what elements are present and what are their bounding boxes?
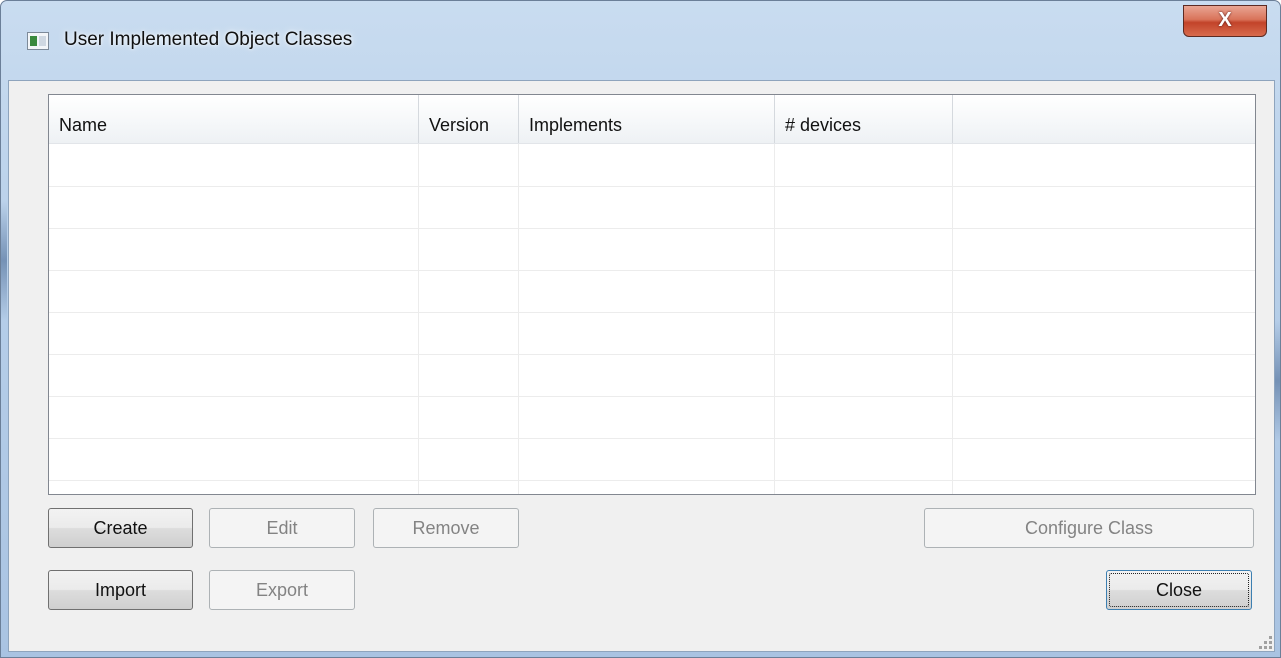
grid-column-line — [518, 144, 519, 494]
edit-button[interactable]: Edit — [209, 508, 355, 548]
grid-row-line — [49, 396, 1255, 397]
frame-accent-left — [1, 201, 7, 321]
column-header-version[interactable]: Version — [419, 95, 519, 143]
close-window-icon[interactable]: X — [1183, 5, 1267, 37]
table-body[interactable] — [49, 144, 1255, 494]
grid-row-line — [49, 480, 1255, 481]
grid-row-line — [49, 312, 1255, 313]
object-classes-table[interactable]: Name Version Implements # devices — [48, 94, 1256, 495]
column-header-empty[interactable] — [953, 95, 1255, 143]
grid-row-line — [49, 270, 1255, 271]
dialog-client-area: Name Version Implements # devices Create… — [8, 80, 1275, 652]
focus-rectangle — [1109, 573, 1249, 607]
grid-column-line — [418, 144, 419, 494]
application-window-icon[interactable] — [27, 32, 49, 50]
grid-row-line — [49, 228, 1255, 229]
column-header-name[interactable]: Name — [49, 95, 419, 143]
configure-class-button[interactable]: Configure Class — [924, 508, 1254, 548]
close-button[interactable]: Close — [1106, 570, 1252, 610]
column-header-devices[interactable]: # devices — [775, 95, 953, 143]
resize-grip-icon[interactable] — [1254, 631, 1272, 649]
grid-row-line — [49, 438, 1255, 439]
create-button[interactable]: Create — [48, 508, 193, 548]
grid-column-line — [952, 144, 953, 494]
window-title: User Implemented Object Classes — [64, 29, 353, 50]
import-button[interactable]: Import — [48, 570, 193, 610]
grid-row-line — [49, 354, 1255, 355]
table-header: Name Version Implements # devices — [49, 95, 1255, 144]
dialog-window: User Implemented Object Classes X Name V… — [0, 0, 1281, 658]
column-header-implements[interactable]: Implements — [519, 95, 775, 143]
grid-row-line — [49, 186, 1255, 187]
remove-button[interactable]: Remove — [373, 508, 519, 548]
grid-column-line — [774, 144, 775, 494]
title-bar[interactable]: User Implemented Object Classes X — [1, 1, 1280, 81]
export-button[interactable]: Export — [209, 570, 355, 610]
